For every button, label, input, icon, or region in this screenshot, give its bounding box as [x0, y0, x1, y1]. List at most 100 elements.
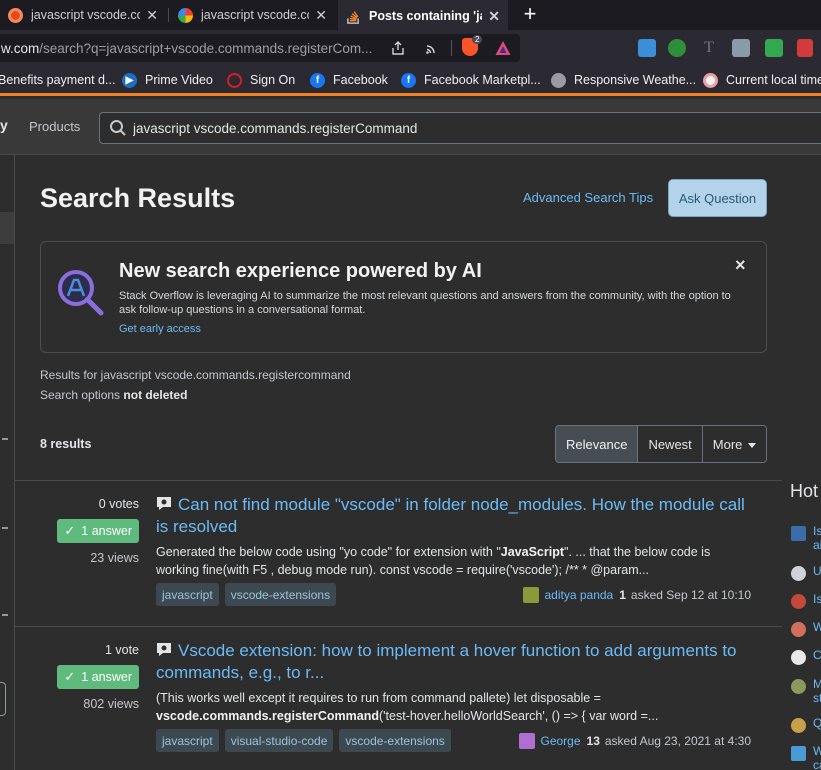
search-icon: [110, 120, 126, 136]
avatar[interactable]: [519, 733, 536, 749]
close-icon[interactable]: ×: [735, 255, 746, 276]
tab-title: Posts containing 'ja: [369, 9, 483, 23]
browser-tab-3-active[interactable]: Posts containing 'ja ✕: [338, 0, 508, 30]
superuser-icon: [791, 746, 806, 761]
page-title: Search Results: [40, 183, 236, 213]
close-tab-icon[interactable]: ✕: [146, 7, 158, 24]
extension-1-icon[interactable]: [638, 39, 656, 57]
sort-button-group: Relevance Newest More: [555, 425, 768, 463]
close-tab-icon[interactable]: ✕: [315, 7, 327, 24]
toolbar-divider: [451, 40, 452, 56]
results-count: 8 results: [40, 437, 92, 451]
bookmark-item[interactable]: Benefits payment d...: [0, 71, 115, 89]
new-tab-button[interactable]: +: [518, 3, 542, 27]
browser-toolbar: w.com/search?q=javascript+vscode.command…: [0, 30, 821, 66]
advanced-search-tips-link[interactable]: Advanced Search Tips: [523, 190, 653, 205]
vote-count: 0 votes: [98, 497, 139, 511]
url-text: w.com/search?q=javascript+vscode.command…: [1, 40, 373, 56]
ai-search-banner: New search experience powered by AI Stac…: [40, 241, 767, 353]
vote-count: 1 vote: [104, 643, 139, 657]
question-meta: George 13 asked Aug 23, 2021 at 4:30: [519, 733, 751, 749]
hot-network-questions-title: Hot: [790, 481, 819, 501]
brave-shields-icon[interactable]: 2: [462, 35, 483, 56]
close-tab-icon[interactable]: ✕: [488, 8, 500, 25]
tag-vscode-extensions[interactable]: vscode-extensions: [224, 583, 337, 606]
question-title-link[interactable]: Can not find module "vscode" in folder n…: [156, 494, 746, 538]
extension-5-icon[interactable]: [765, 39, 783, 57]
rss-icon[interactable]: [424, 40, 440, 56]
sort-relevance-button[interactable]: Relevance: [556, 426, 638, 462]
bookmark-item[interactable]: Current local time: [703, 71, 821, 89]
facebook-icon: f: [401, 72, 416, 88]
bookmark-item[interactable]: ▶ Prime Video: [122, 71, 213, 89]
browser-tab-2[interactable]: javascript vscode.comma ✕: [170, 0, 335, 30]
question-title-text: Can not find module "vscode" in folder n…: [156, 495, 745, 536]
sort-more-label: More: [712, 436, 743, 452]
question-icon: [157, 643, 171, 656]
tag-vscode-extensions[interactable]: vscode-extensions: [339, 729, 451, 752]
browser-tab-1[interactable]: javascript vscode.comma ✕: [0, 0, 166, 30]
gold-icon: [791, 718, 806, 733]
world-icon: [791, 679, 806, 694]
hot-question-item[interactable]: C: [791, 648, 821, 680]
sort-newest-button[interactable]: Newest: [637, 426, 702, 462]
ai-banner-title: New search experience powered by AI: [119, 260, 482, 282]
bookmark-label: Current local time: [726, 73, 821, 87]
bookmark-label: Facebook: [333, 73, 388, 87]
brave-rewards-icon[interactable]: [494, 39, 512, 57]
question-excerpt: (This works well except it requires to r…: [156, 691, 659, 723]
extension-4-icon[interactable]: [732, 39, 750, 57]
site-header: y Products: [0, 99, 821, 155]
tag-javascript[interactable]: javascript: [156, 729, 219, 752]
extension-2-icon[interactable]: [668, 39, 686, 57]
question-title-text: Vscode extension: how to implement a hov…: [156, 641, 737, 682]
hot-question-item[interactable]: Mst: [791, 677, 821, 709]
hot-question-text: Isai: [813, 524, 821, 552]
tag-javascript[interactable]: javascript: [156, 583, 219, 606]
share-icon[interactable]: [390, 40, 406, 56]
view-count: 23 views: [90, 551, 139, 565]
search-options-value: not deleted: [123, 388, 188, 402]
sort-more-button[interactable]: More: [701, 426, 767, 462]
question-title-link[interactable]: Vscode extension: how to implement a hov…: [156, 640, 746, 684]
site-search-box[interactable]: [99, 112, 821, 144]
view-count: 802 views: [83, 697, 139, 711]
answer-count: 1 answer: [81, 670, 132, 684]
user-link[interactable]: aditya panda: [544, 588, 613, 602]
hot-question-item[interactable]: Wca: [791, 744, 821, 770]
bookmark-item[interactable]: f Facebook Marketpl...: [401, 71, 541, 89]
question-meta: aditya panda 1 asked Sep 12 at 10:10: [523, 587, 751, 603]
question-excerpt: Generated the below code using "yo code"…: [156, 545, 711, 577]
question-icon: [157, 497, 171, 510]
user-link[interactable]: George: [540, 734, 580, 748]
ask-question-button[interactable]: Ask Question: [668, 179, 767, 217]
bookmarks-bar: Benefits payment d... ▶ Prime Video Sign …: [0, 66, 821, 96]
search-result-item: 1 vote ✓ 1 answer 802 views Vscode extens…: [15, 627, 782, 770]
rpg-icon: [791, 594, 806, 609]
ai-search-icon: [58, 270, 104, 316]
results-for-text: Results for javascript vscode.commands.r…: [40, 368, 351, 382]
hot-question-text: Is: [813, 592, 821, 606]
search-options: Search options not deleted: [40, 388, 187, 402]
left-sidebar-selected-item[interactable]: [0, 212, 14, 244]
extension-6-icon[interactable]: [797, 39, 813, 57]
stackexchange-icon: [791, 526, 806, 541]
brave-icon: [8, 7, 23, 23]
bookmark-item[interactable]: Responsive Weathe...: [551, 71, 696, 89]
extension-3-icon[interactable]: T: [700, 39, 718, 57]
answer-count: 1 answer: [81, 524, 132, 538]
address-bar[interactable]: w.com/search?q=javascript+vscode.command…: [0, 34, 520, 62]
avatar[interactable]: [523, 587, 540, 603]
bookmark-item[interactable]: Sign On: [227, 71, 295, 89]
get-early-access-link[interactable]: Get early access: [119, 323, 201, 335]
answer-count-badge: ✓ 1 answer: [57, 519, 139, 543]
site-logo[interactable]: y: [0, 117, 8, 133]
search-input[interactable]: [133, 120, 733, 136]
physics-icon: [791, 650, 806, 665]
tag-visual-studio-code[interactable]: visual-studio-code: [224, 729, 334, 752]
left-sidebar-button[interactable]: [0, 682, 6, 716]
bookmark-item[interactable]: f Facebook: [310, 71, 388, 89]
hot-question-item[interactable]: Isai: [791, 524, 821, 556]
products-menu[interactable]: Products: [29, 119, 80, 134]
tab-title: javascript vscode.comma: [31, 8, 141, 22]
